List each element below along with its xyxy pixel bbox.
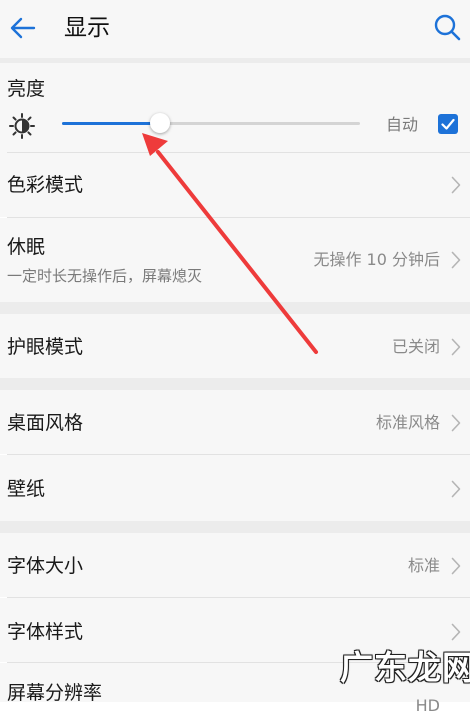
eye-comfort-value: 已关闭 — [391, 337, 440, 356]
checkmark-icon — [441, 118, 455, 130]
auto-brightness-label: 自动 — [386, 115, 419, 134]
home-style-row[interactable]: 桌面风格 标准风格 — [0, 390, 470, 454]
sleep-subtitle: 一定时长无操作后，屏幕熄灭 — [7, 267, 203, 285]
font-size-label: 字体大小 — [7, 555, 84, 577]
chevron-right-icon — [451, 176, 461, 194]
page-title: 显示 — [64, 15, 110, 41]
resolution-value: HD — [415, 696, 440, 715]
sleep-value: 无操作 10 分钟后 — [313, 250, 440, 269]
sleep-label: 休眠 — [7, 236, 46, 258]
top-app-bar: 显示 — [0, 0, 470, 58]
home-style-value: 标准风格 — [375, 413, 440, 432]
font-style-label: 字体样式 — [7, 621, 84, 643]
wallpaper-label: 壁纸 — [7, 478, 46, 500]
color-mode-label: 色彩模式 — [7, 174, 84, 196]
eye-comfort-label: 护眼模式 — [7, 336, 84, 358]
brightness-slider-fill — [62, 122, 161, 125]
section-separator — [0, 521, 470, 533]
brightness-slider[interactable] — [62, 113, 360, 133]
chevron-right-icon — [451, 338, 461, 356]
brightness-section: 亮度 — [0, 63, 470, 153]
wallpaper-row[interactable]: 壁纸 — [0, 455, 470, 521]
chevron-right-icon — [451, 623, 461, 641]
section-separator — [0, 302, 470, 314]
auto-brightness-checkbox[interactable] — [438, 114, 458, 134]
brightness-sun-icon — [9, 113, 35, 139]
brightness-label: 亮度 — [7, 78, 46, 100]
chevron-right-icon — [451, 251, 461, 269]
chevron-right-icon — [451, 557, 461, 575]
chevron-right-icon — [451, 480, 461, 498]
search-icon[interactable] — [432, 12, 462, 42]
font-size-value: 标准 — [407, 556, 440, 575]
font-size-row[interactable]: 字体大小 标准 — [0, 533, 470, 597]
section-separator — [0, 378, 470, 390]
arrow-left-icon[interactable] — [8, 13, 38, 43]
sleep-row[interactable]: 休眠 一定时长无操作后，屏幕熄灭 无操作 10 分钟后 — [0, 218, 470, 302]
chevron-right-icon — [451, 414, 461, 432]
color-mode-row[interactable]: 色彩模式 — [0, 153, 470, 217]
resolution-label: 屏幕分辨率 — [7, 682, 103, 704]
home-style-label: 桌面风格 — [7, 412, 84, 434]
eye-comfort-row[interactable]: 护眼模式 已关闭 — [0, 314, 470, 378]
watermark-logo: 广东龙网 — [340, 648, 470, 687]
